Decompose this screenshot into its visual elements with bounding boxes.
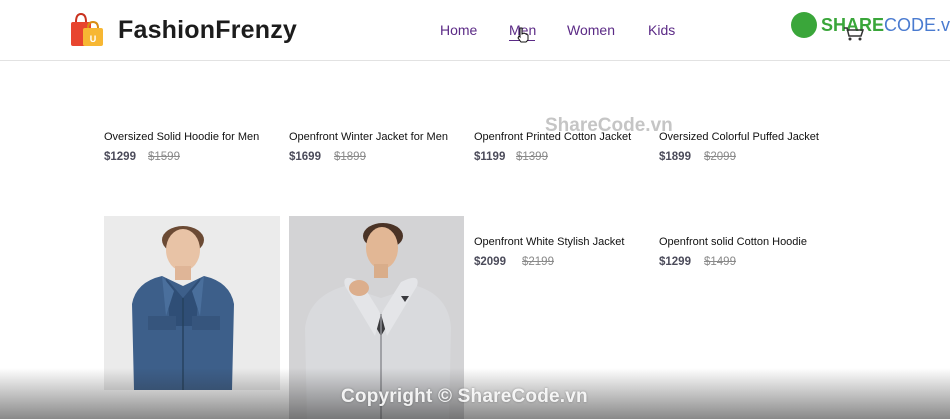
sharecode-logo: SHARECODE.vn [791, 10, 950, 42]
product-title[interactable]: Openfront solid Cotton Hoodie [659, 236, 807, 248]
shopping-bag-icon[interactable]: U [69, 12, 107, 48]
brand-name[interactable]: FashionFrenzy [118, 16, 297, 45]
product-title[interactable]: Oversized Colorful Puffed Jacket [659, 131, 819, 143]
center-watermark: ShareCode.vn [545, 115, 673, 136]
product-title[interactable]: Openfront Winter Jacket for Men [289, 131, 448, 143]
product-old-price: $1499 [704, 256, 736, 268]
product-price: $1699 [289, 151, 321, 163]
site-header: U FashionFrenzy Home Men Women Kids SHAR… [0, 0, 950, 61]
hand-cursor-icon [517, 27, 529, 43]
product-old-price: $1399 [516, 151, 548, 163]
product-title[interactable]: Oversized Solid Hoodie for Men [104, 131, 259, 143]
page: U FashionFrenzy Home Men Women Kids SHAR… [0, 0, 950, 419]
cart-icon [844, 27, 865, 41]
product-old-price: $1599 [148, 151, 180, 163]
svg-text:U: U [90, 34, 97, 44]
product-old-price: $2199 [522, 256, 554, 268]
product-price: $1299 [104, 151, 136, 163]
copyright-watermark: Copyright © ShareCode.vn [341, 386, 588, 407]
product-old-price: $1899 [334, 151, 366, 163]
nav-women[interactable]: Women [567, 22, 615, 38]
product-price: $1899 [659, 151, 691, 163]
product-title[interactable]: Openfront White Stylish Jacket [474, 236, 624, 248]
product-price: $2099 [474, 256, 506, 268]
product-image-denim-jacket[interactable] [104, 216, 280, 390]
sharecode-logo-text: SHARECODE.vn [821, 15, 950, 35]
nav-home[interactable]: Home [440, 22, 477, 38]
product-price: $1199 [474, 151, 506, 163]
product-old-price: $2099 [704, 151, 736, 163]
nav-kids[interactable]: Kids [648, 22, 675, 38]
product-price: $1299 [659, 256, 691, 268]
recycle-icon [791, 12, 817, 38]
